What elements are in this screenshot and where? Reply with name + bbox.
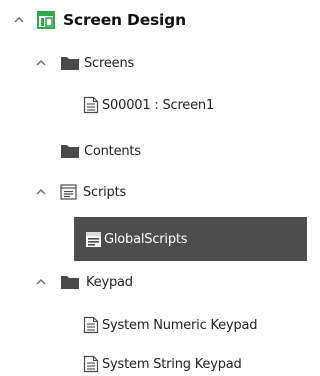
tree-node-contents[interactable]: Contents	[60, 132, 141, 170]
tree-node-label: Keypad	[86, 274, 133, 290]
keypad-page-icon	[83, 355, 99, 373]
tree-node-label: System Numeric Keypad	[102, 317, 258, 333]
tree-node-label: Contents	[84, 143, 141, 159]
tree-node-label: S00001 : Screen1	[102, 97, 215, 113]
chevron-up-icon[interactable]	[34, 185, 48, 199]
tree-node-label: System String Keypad	[102, 356, 242, 372]
tree-node-label: GlobalScripts	[104, 231, 188, 247]
tree-node-label: Screen Design	[63, 11, 186, 29]
global-script-icon	[85, 231, 102, 248]
tree-node-screen-design[interactable]: Screen Design	[12, 1, 186, 39]
folder-icon	[60, 274, 80, 290]
tree-node-system-numeric-keypad[interactable]: System Numeric Keypad	[83, 306, 258, 344]
screen-page-icon	[83, 96, 99, 114]
keypad-page-icon	[83, 316, 99, 334]
folder-icon	[60, 143, 80, 159]
tree-node-scripts[interactable]: Scripts	[34, 173, 126, 211]
tree-node-global-scripts[interactable]: GlobalScripts	[74, 217, 307, 261]
tree-node-label: Screens	[84, 55, 135, 71]
tree-node-system-string-keypad[interactable]: System String Keypad	[83, 345, 242, 376]
scripts-icon	[60, 184, 77, 200]
tree-node-label: Scripts	[83, 184, 127, 200]
chevron-up-icon[interactable]	[12, 13, 26, 27]
screen-design-icon	[37, 11, 55, 29]
tree-node-keypad[interactable]: Keypad	[34, 263, 133, 301]
tree-node-screens[interactable]: Screens	[34, 44, 134, 82]
chevron-up-icon[interactable]	[34, 56, 48, 70]
tree-node-screen1[interactable]: S00001 : Screen1	[83, 86, 214, 124]
folder-icon	[60, 55, 80, 71]
project-tree: Screen Design Screens S00001 : Screen1 C…	[0, 0, 307, 376]
chevron-up-icon[interactable]	[34, 275, 48, 289]
